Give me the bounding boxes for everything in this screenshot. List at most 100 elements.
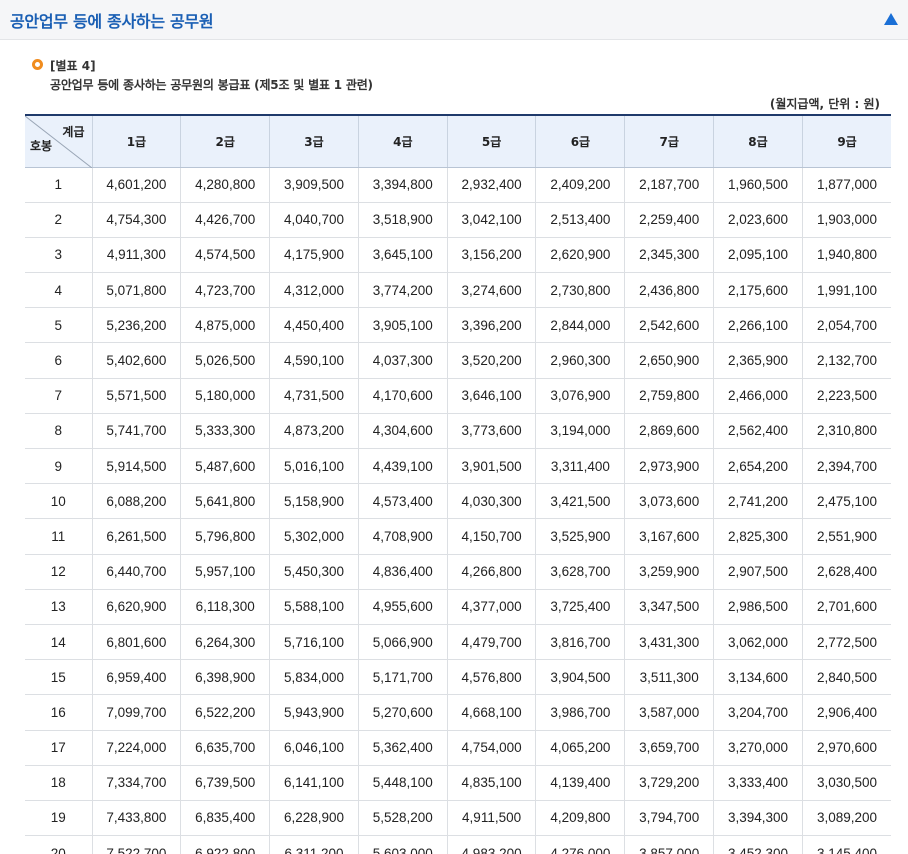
salary-cell: 2,095,100 <box>713 237 803 274</box>
salary-cell: 5,158,900 <box>269 483 359 520</box>
table-row: 15 6,959,400 6,398,900 5,834,000 5,171,700 4,… <box>25 659 891 696</box>
salary-cell: 7,522,700 <box>91 835 181 854</box>
step-cell: 7 <box>25 378 92 414</box>
salary-cell: 4,040,700 <box>269 202 359 238</box>
table-row: 12 6,440,700 5,957,100 5,450,300 4,836,400 4,… <box>25 554 891 590</box>
salary-cell: 3,134,600 <box>713 659 803 696</box>
salary-cell: 6,141,100 <box>269 765 359 801</box>
salary-cell: 4,576,800 <box>446 659 536 696</box>
salary-cell: 6,959,400 <box>91 659 181 696</box>
salary-cell: 2,628,400 <box>801 554 891 590</box>
collapse-button[interactable] <box>882 10 900 28</box>
salary-cell: 2,223,500 <box>801 378 891 414</box>
salary-cell: 5,796,800 <box>180 518 270 555</box>
salary-cell: 7,224,000 <box>91 730 181 766</box>
section-header[interactable]: 공안업무 등에 종사하는 공무원 <box>0 0 908 40</box>
salary-cell: 3,194,000 <box>535 413 625 450</box>
salary-cell: 2,266,100 <box>713 307 803 344</box>
salary-cell: 2,840,500 <box>801 659 891 696</box>
salary-cell: 3,511,300 <box>624 659 714 696</box>
salary-cell: 3,986,700 <box>535 694 625 731</box>
salary-cell: 5,071,800 <box>91 272 181 309</box>
table-row: 10 6,088,200 5,641,800 5,158,900 4,573,400 4,… <box>25 483 891 520</box>
salary-cell: 4,377,000 <box>446 589 536 625</box>
salary-cell: 3,089,200 <box>801 800 891 837</box>
salary-cell: 2,772,500 <box>801 624 891 661</box>
salary-cell: 3,904,500 <box>535 659 625 696</box>
circle-bullet-icon <box>32 59 43 70</box>
salary-cell: 4,276,000 <box>535 835 625 854</box>
table-row: 3 4,911,300 4,574,500 4,175,900 3,645,100 3,1… <box>25 237 891 274</box>
step-cell: 15 <box>25 659 92 696</box>
salary-cell: 3,452,300 <box>713 835 803 854</box>
salary-cell: 4,450,400 <box>269 307 359 344</box>
salary-cell: 3,587,000 <box>624 694 714 731</box>
step-cell: 17 <box>25 730 92 766</box>
salary-cell: 2,759,800 <box>624 378 714 414</box>
salary-cell: 3,816,700 <box>535 624 625 661</box>
salary-cell: 6,801,600 <box>91 624 181 661</box>
salary-cell: 3,901,500 <box>446 448 536 485</box>
salary-cell: 3,073,600 <box>624 483 714 520</box>
salary-cell: 4,266,800 <box>446 554 536 590</box>
salary-cell: 4,312,000 <box>269 272 359 309</box>
table-row: 11 6,261,500 5,796,800 5,302,000 4,708,900 4,… <box>25 518 891 555</box>
salary-cell: 3,076,900 <box>535 378 625 414</box>
salary-cell: 4,037,300 <box>357 342 448 379</box>
step-cell: 1 <box>25 167 92 203</box>
salary-cell: 5,716,100 <box>269 624 359 661</box>
grade-header: 4급 <box>357 114 448 168</box>
table-row: 4 5,071,800 4,723,700 4,312,000 3,774,200 3,2… <box>25 272 891 309</box>
salary-cell: 5,362,400 <box>357 730 448 766</box>
salary-cell: 6,261,500 <box>91 518 181 555</box>
salary-cell: 6,620,900 <box>91 589 181 625</box>
salary-cell: 2,562,400 <box>713 413 803 450</box>
salary-cell: 2,054,700 <box>801 307 891 344</box>
table-row: 8 5,741,700 5,333,300 4,873,200 4,304,600 3,7… <box>25 413 891 450</box>
salary-cell: 6,522,200 <box>180 694 270 731</box>
salary-cell: 5,588,100 <box>269 589 359 625</box>
step-cell: 14 <box>25 624 92 661</box>
salary-cell: 5,066,900 <box>357 624 448 661</box>
step-cell: 19 <box>25 800 92 837</box>
table-row: 5 5,236,200 4,875,000 4,450,400 3,905,100 3,3… <box>25 307 891 344</box>
salary-cell: 3,156,200 <box>446 237 536 274</box>
salary-cell: 5,270,600 <box>357 694 448 731</box>
table-row: 17 7,224,000 6,635,700 6,046,100 5,362,400 4,… <box>25 730 891 766</box>
grade-header: 5급 <box>446 114 536 168</box>
salary-cell: 2,620,900 <box>535 237 625 274</box>
salary-cell: 3,062,000 <box>713 624 803 661</box>
salary-cell: 5,448,100 <box>357 765 448 801</box>
salary-cell: 3,274,600 <box>446 272 536 309</box>
salary-cell: 7,334,700 <box>91 765 181 801</box>
salary-cell: 4,754,300 <box>91 202 181 238</box>
corner-cell: 계급 호봉 <box>25 114 92 168</box>
salary-cell: 3,421,500 <box>535 483 625 520</box>
salary-cell: 5,236,200 <box>91 307 181 344</box>
salary-cell: 4,280,800 <box>180 167 270 203</box>
salary-cell: 4,304,600 <box>357 413 448 450</box>
salary-cell: 3,259,900 <box>624 554 714 590</box>
step-cell: 4 <box>25 272 92 309</box>
grade-header: 2급 <box>180 114 270 168</box>
salary-cell: 1,877,000 <box>801 167 891 203</box>
table-row: 9 5,914,500 5,487,600 5,016,100 4,439,100 3,9… <box>25 448 891 485</box>
salary-cell: 4,668,100 <box>446 694 536 731</box>
step-cell: 12 <box>25 554 92 590</box>
salary-cell: 3,659,700 <box>624 730 714 766</box>
salary-cell: 4,875,000 <box>180 307 270 344</box>
salary-cell: 3,396,200 <box>446 307 536 344</box>
salary-cell: 3,333,400 <box>713 765 803 801</box>
salary-cell: 3,857,000 <box>624 835 714 854</box>
salary-cell: 5,943,900 <box>269 694 359 731</box>
salary-cell: 6,922,800 <box>180 835 270 854</box>
salary-cell: 4,911,500 <box>446 800 536 837</box>
salary-cell: 2,906,400 <box>801 694 891 731</box>
salary-cell: 2,365,900 <box>713 342 803 379</box>
salary-cell: 2,730,800 <box>535 272 625 309</box>
salary-cell: 4,574,500 <box>180 237 270 274</box>
salary-cell: 5,333,300 <box>180 413 270 450</box>
salary-cell: 7,433,800 <box>91 800 181 837</box>
step-cell: 20 <box>25 835 92 854</box>
salary-cell: 6,440,700 <box>91 554 181 590</box>
